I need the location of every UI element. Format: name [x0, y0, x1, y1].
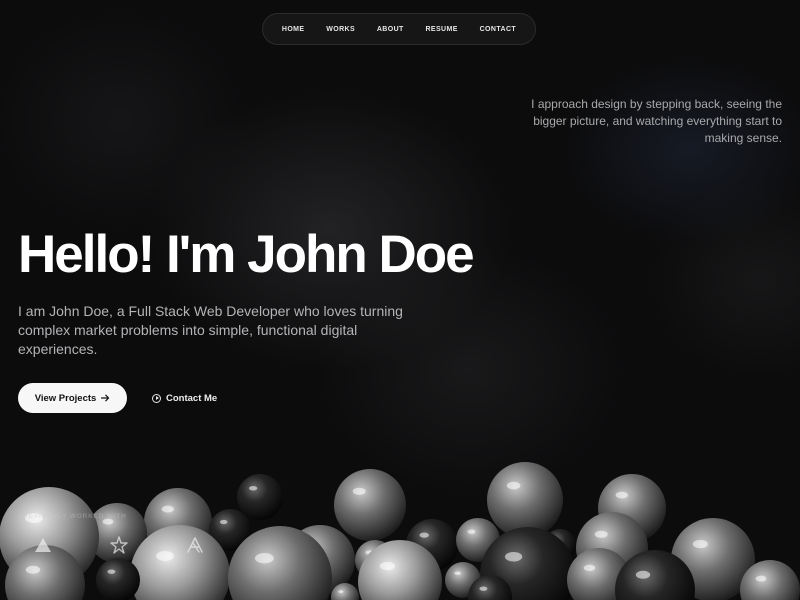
view-projects-label: View Projects	[34, 392, 97, 404]
sphere-highlight	[506, 481, 521, 490]
hero-description: I am John Doe, a Full Stack Web Develope…	[18, 303, 403, 357]
sphere-highlight	[755, 575, 767, 582]
sphere-highlight	[583, 564, 596, 572]
sphere-highlight	[479, 586, 488, 591]
sphere-highlight	[379, 561, 395, 571]
sphere-highlight	[419, 532, 429, 538]
sphere-highlight	[161, 505, 174, 513]
top-navigation: HOME WORKS ABOUT RESUME CONTACT	[262, 13, 536, 45]
contact-me-label: Contact Me	[166, 392, 218, 404]
sphere-highlight	[107, 569, 116, 574]
sphere-highlight	[352, 487, 366, 495]
a-logo-icon	[187, 537, 203, 553]
previously-worked-with-label: PREVIOUSLY WORKED WITH	[18, 513, 127, 520]
sphere-highlight	[25, 565, 41, 574]
decorative-spheres	[0, 462, 800, 600]
contact-me-button[interactable]: Contact Me	[152, 389, 217, 407]
nav-resume[interactable]: RESUME	[425, 26, 457, 33]
sphere-highlight	[615, 491, 628, 499]
hero-title: Hello! I'm John Doe	[18, 225, 475, 284]
sphere-highlight	[156, 551, 174, 561]
sphere-highlight	[248, 485, 258, 491]
decorative-sphere	[487, 462, 563, 538]
star-logo-icon	[110, 536, 128, 554]
nav-home[interactable]: HOME	[282, 26, 305, 33]
sphere-highlight	[692, 539, 708, 549]
sphere-highlight	[504, 551, 523, 562]
nav-about[interactable]: ABOUT	[377, 26, 404, 33]
design-tagline: I approach design by stepping back, seei…	[531, 97, 782, 145]
decorative-sphere	[334, 469, 406, 541]
decorative-sphere	[237, 474, 283, 520]
play-circle-icon	[152, 393, 161, 403]
sphere-highlight	[454, 571, 461, 575]
sphere-highlight	[338, 590, 344, 594]
nav-contact[interactable]: CONTACT	[480, 26, 517, 33]
decorative-sphere	[96, 558, 140, 600]
nav-works[interactable]: WORKS	[326, 26, 355, 33]
arrow-right-icon	[101, 394, 110, 402]
sphere-highlight	[594, 530, 608, 538]
sphere-highlight	[467, 529, 476, 534]
sphere-highlight	[255, 553, 274, 564]
triangle-logo-icon	[35, 538, 51, 552]
sphere-highlight	[635, 570, 651, 579]
view-projects-button[interactable]: View Projects	[18, 383, 127, 413]
sphere-highlight	[219, 519, 228, 525]
